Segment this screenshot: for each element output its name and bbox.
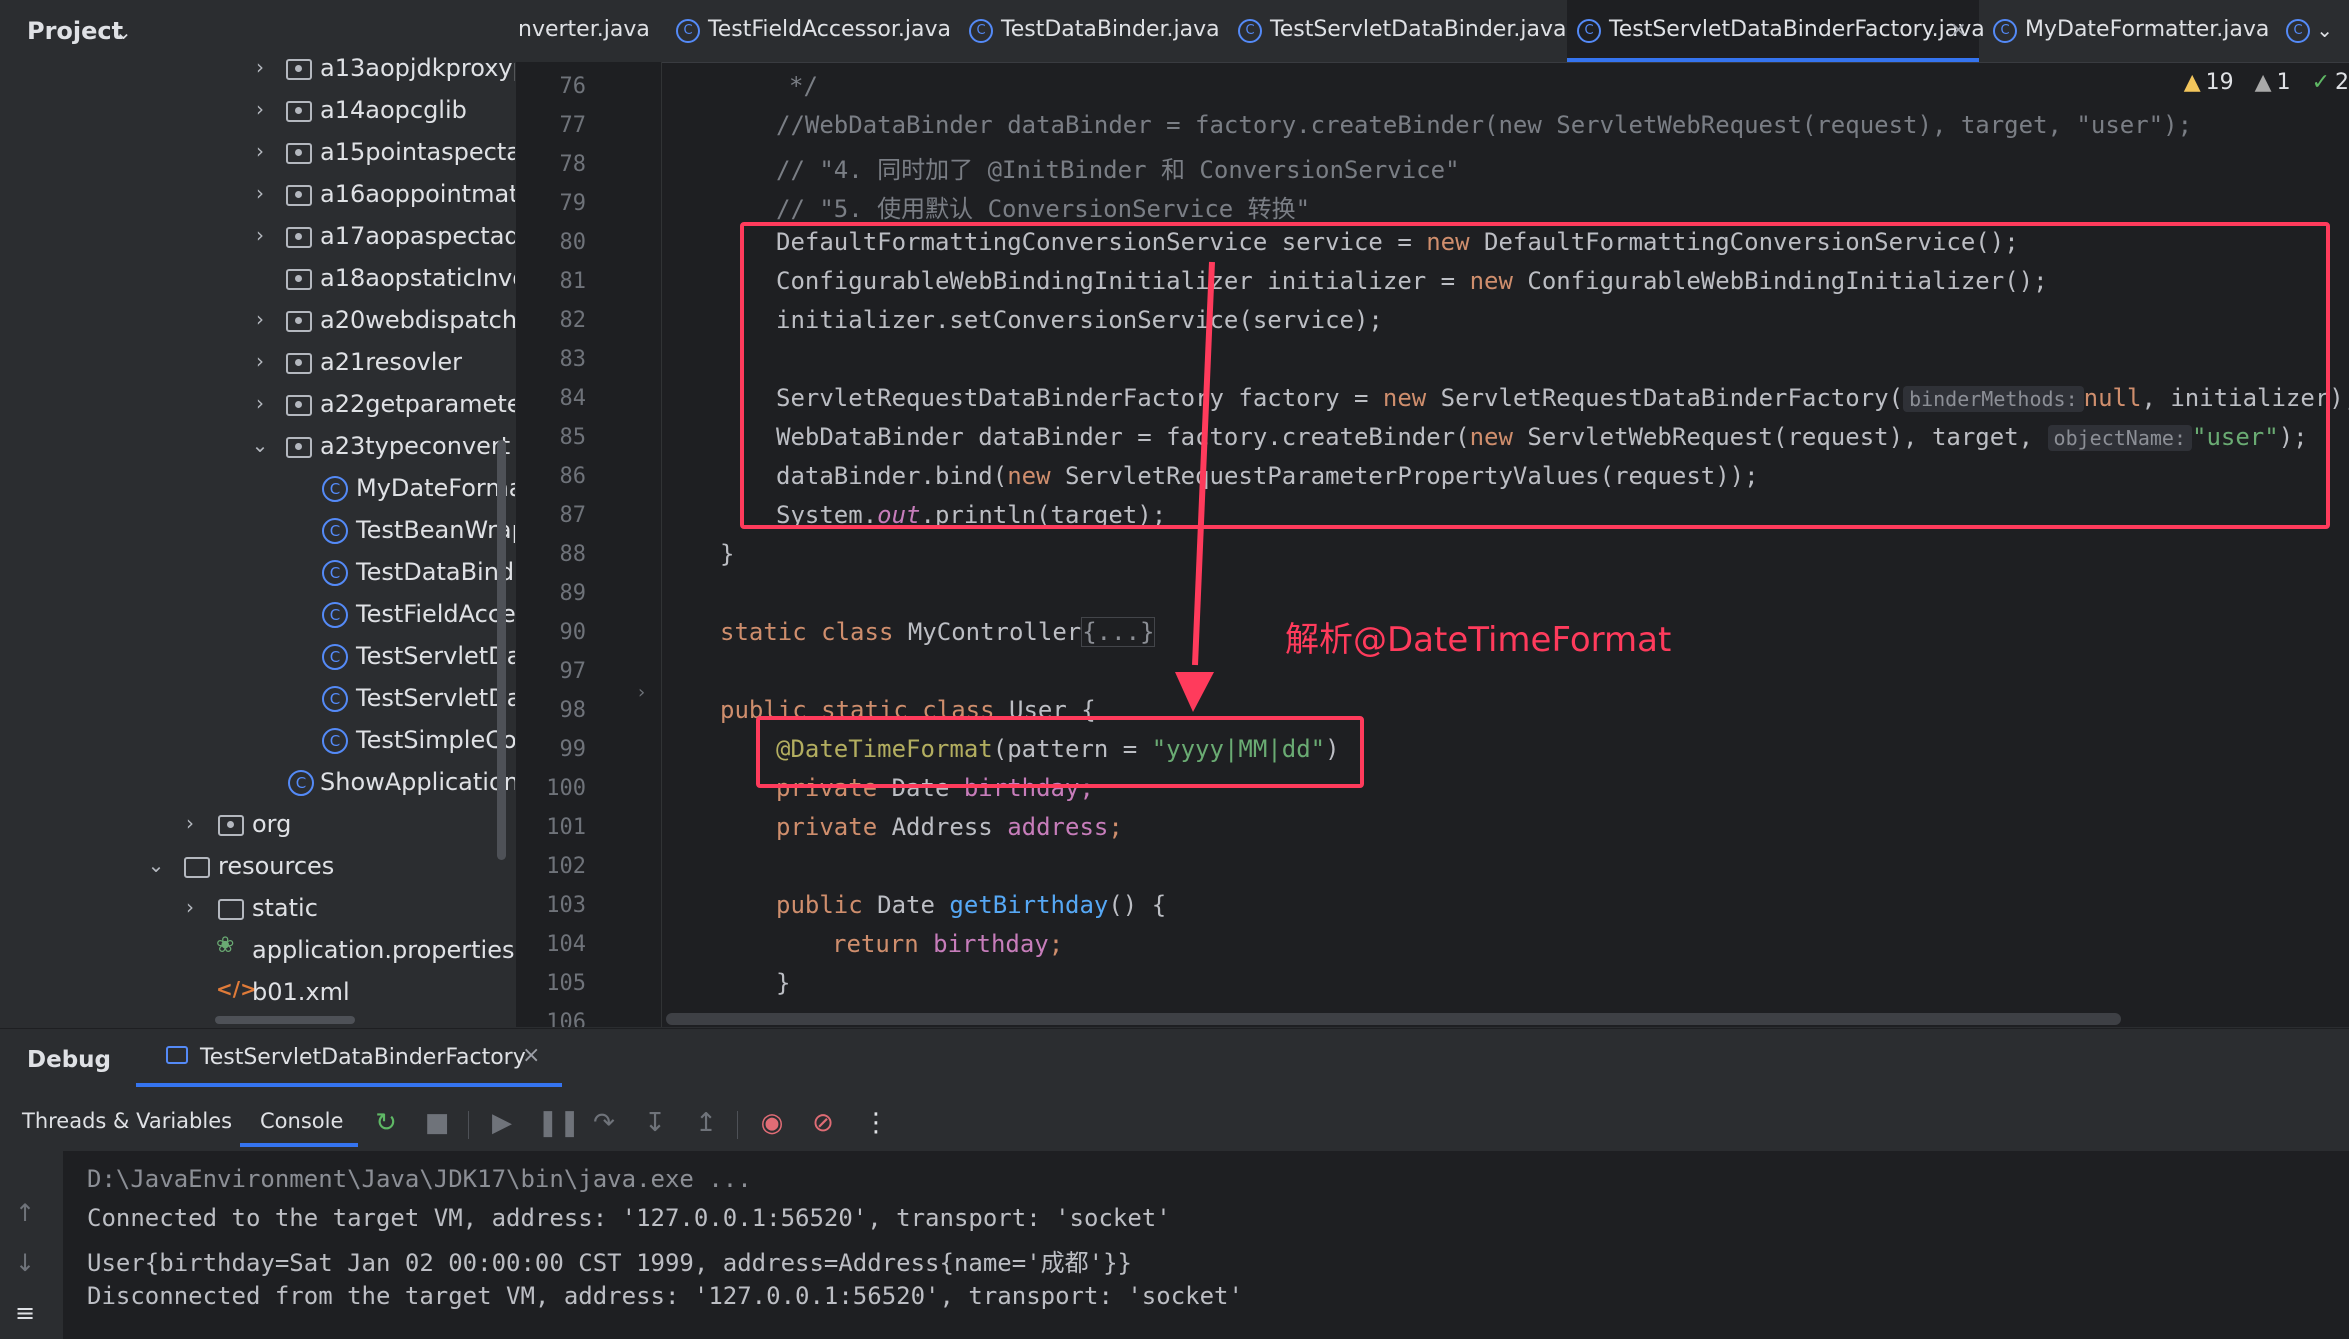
rerun-icon[interactable]: ↻: [370, 1107, 402, 1139]
active-tab-indicator: [240, 1143, 358, 1147]
mute-breakpoints-icon[interactable]: ⊘: [807, 1107, 839, 1139]
debug-toolbar: Threads & Variables Console ↻ ■ ▶ ❚❚ ↷ ↧…: [0, 1099, 2349, 1149]
console-line: Disconnected from the target VM, address…: [87, 1282, 1243, 1310]
debug-panel: Debug TestServletDataBinderFactory × Thr…: [0, 1028, 2349, 1339]
stop-icon[interactable]: ■: [421, 1107, 453, 1139]
more-options-icon[interactable]: ⋮: [860, 1107, 892, 1139]
tab-console[interactable]: Console: [260, 1109, 343, 1133]
step-over-icon[interactable]: ↷: [588, 1107, 620, 1139]
toolbar-separator: [468, 1111, 469, 1139]
console-output[interactable]: D:\JavaEnvironment\Java\JDK17\bin\java.e…: [63, 1151, 2349, 1339]
debug-session-label: TestServletDataBinderFactory: [200, 1045, 526, 1070]
console-line: D:\JavaEnvironment\Java\JDK17\bin\java.e…: [87, 1165, 752, 1193]
soft-wrap-icon[interactable]: ≡: [15, 1299, 35, 1327]
arrow-up-icon[interactable]: ↑: [15, 1199, 35, 1227]
view-breakpoints-icon[interactable]: ◉: [756, 1107, 788, 1139]
resume-icon[interactable]: ▶: [486, 1107, 518, 1139]
annotation-label: 解析@DateTimeFormat: [1285, 620, 1672, 660]
close-icon[interactable]: ×: [522, 1043, 540, 1068]
toolbar-separator: [737, 1111, 738, 1139]
tab-threads-variables[interactable]: Threads & Variables: [22, 1109, 232, 1133]
console-side-toolbar: ↑ ↓ ≡: [0, 1151, 62, 1339]
console-line: User{birthday=Sat Jan 02 00:00:00 CST 19…: [87, 1249, 1132, 1277]
debug-session-tab[interactable]: TestServletDataBinderFactory ×: [136, 1029, 562, 1087]
step-into-icon[interactable]: ↧: [639, 1107, 671, 1139]
console-line: Connected to the target VM, address: '12…: [87, 1204, 1171, 1232]
arrow-down-icon[interactable]: ↓: [15, 1249, 35, 1277]
pause-icon[interactable]: ❚❚: [537, 1107, 581, 1139]
debug-title: Debug: [27, 1047, 111, 1073]
run-config-icon: [166, 1046, 188, 1064]
step-out-icon[interactable]: ↥: [690, 1107, 722, 1139]
